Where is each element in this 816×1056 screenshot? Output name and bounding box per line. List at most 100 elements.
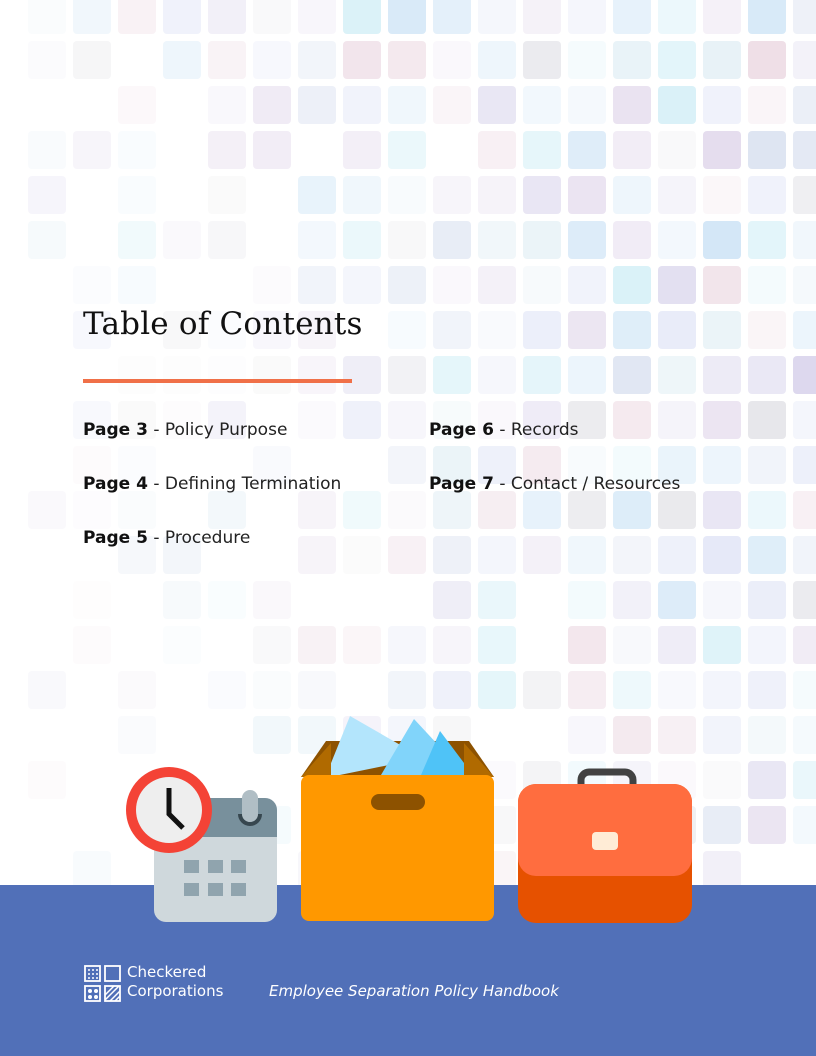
mosaic-tile [658, 356, 696, 394]
toc-label: Procedure [164, 528, 251, 548]
mosaic-tile [343, 41, 381, 79]
mosaic-tile [118, 491, 156, 529]
mosaic-tile [793, 671, 816, 709]
mosaic-tile [118, 671, 156, 709]
mosaic-tile [658, 311, 696, 349]
mosaic-tile [253, 266, 291, 304]
mosaic-tile [433, 221, 471, 259]
mosaic-tile [523, 86, 561, 124]
mosaic-tile [478, 536, 516, 574]
mosaic-tile [478, 581, 516, 619]
mosaic-tile [568, 311, 606, 349]
mosaic-tile [658, 491, 696, 529]
mosaic-tile [703, 356, 741, 394]
mosaic-tile [208, 41, 246, 79]
mosaic-tile [658, 131, 696, 169]
mosaic-tile [478, 41, 516, 79]
mosaic-tile [118, 266, 156, 304]
mosaic-tile [298, 401, 336, 439]
mosaic-tile [118, 716, 156, 754]
mosaic-tile [703, 401, 741, 439]
toc-page-number: Page 3 [83, 420, 148, 440]
company-name-line2: Corporations [127, 982, 224, 1000]
mosaic-tile [793, 806, 816, 844]
mosaic-tile [343, 86, 381, 124]
mosaic-tile [433, 311, 471, 349]
mosaic-tile [523, 311, 561, 349]
mosaic-tile [703, 266, 741, 304]
mosaic-tile [298, 536, 336, 574]
mosaic-tile [523, 356, 561, 394]
mosaic-tile [658, 671, 696, 709]
mosaic-tile [748, 0, 786, 34]
mosaic-tile [343, 356, 381, 394]
mosaic-tile [388, 0, 426, 34]
mosaic-tile [298, 356, 336, 394]
mosaic-tile [253, 356, 291, 394]
mosaic-tile [613, 86, 651, 124]
mosaic-tile [208, 176, 246, 214]
mosaic-tile [658, 581, 696, 619]
mosaic-tile [298, 491, 336, 529]
mosaic-tile [793, 446, 816, 484]
mosaic-tile [253, 716, 291, 754]
mosaic-tile [73, 851, 111, 889]
mosaic-tile [658, 41, 696, 79]
mosaic-tile [478, 626, 516, 664]
mosaic-tile [793, 41, 816, 79]
company-name: Checkered Corporations [127, 963, 223, 1001]
mosaic-tile [73, 131, 111, 169]
mosaic-tile [388, 176, 426, 214]
mosaic-tile [748, 536, 786, 574]
mosaic-tile [568, 581, 606, 619]
mosaic-tile [388, 401, 426, 439]
mosaic-tile [568, 536, 606, 574]
mosaic-tile [703, 716, 741, 754]
clock-calendar-icon [126, 767, 277, 922]
mosaic-tile [343, 0, 381, 34]
toc-page-number: Page 5 [83, 528, 148, 548]
mosaic-tile [568, 41, 606, 79]
mosaic-tile [703, 131, 741, 169]
mosaic-tile [703, 86, 741, 124]
mosaic-tile [568, 221, 606, 259]
toc-separator: - [147, 474, 165, 494]
mosaic-tile [388, 131, 426, 169]
mosaic-tile [343, 401, 381, 439]
mosaic-tile [433, 356, 471, 394]
mosaic-tile [388, 671, 426, 709]
mosaic-tile [613, 581, 651, 619]
mosaic-tile [253, 131, 291, 169]
mosaic-tile [568, 356, 606, 394]
mosaic-tile [163, 581, 201, 619]
briefcase-flap [518, 784, 692, 876]
mosaic-tile [703, 0, 741, 34]
company-name-line1: Checkered [127, 963, 207, 981]
mosaic-tile [118, 0, 156, 34]
mosaic-tile [523, 671, 561, 709]
toc-page-number: Page 6 [429, 420, 494, 440]
mosaic-tile [523, 0, 561, 34]
mosaic-tile [703, 41, 741, 79]
mosaic-tile [343, 626, 381, 664]
mosaic-tile [523, 176, 561, 214]
mosaic-tile [433, 581, 471, 619]
mosaic-tile [253, 86, 291, 124]
mosaic-tile [118, 131, 156, 169]
mosaic-tile [568, 626, 606, 664]
mosaic-tile [118, 176, 156, 214]
mosaic-tile [388, 356, 426, 394]
mosaic-tile [253, 671, 291, 709]
mosaic-tile [613, 311, 651, 349]
briefcase-clasp [592, 832, 618, 850]
mosaic-tile [208, 0, 246, 34]
mosaic-tile [28, 491, 66, 529]
mosaic-tile [568, 131, 606, 169]
box-handle [371, 794, 425, 810]
mosaic-tile [748, 716, 786, 754]
mosaic-tile [388, 626, 426, 664]
mosaic-tile [523, 41, 561, 79]
mosaic-tile [298, 176, 336, 214]
mosaic-tile [478, 671, 516, 709]
mosaic-tile [793, 401, 816, 439]
